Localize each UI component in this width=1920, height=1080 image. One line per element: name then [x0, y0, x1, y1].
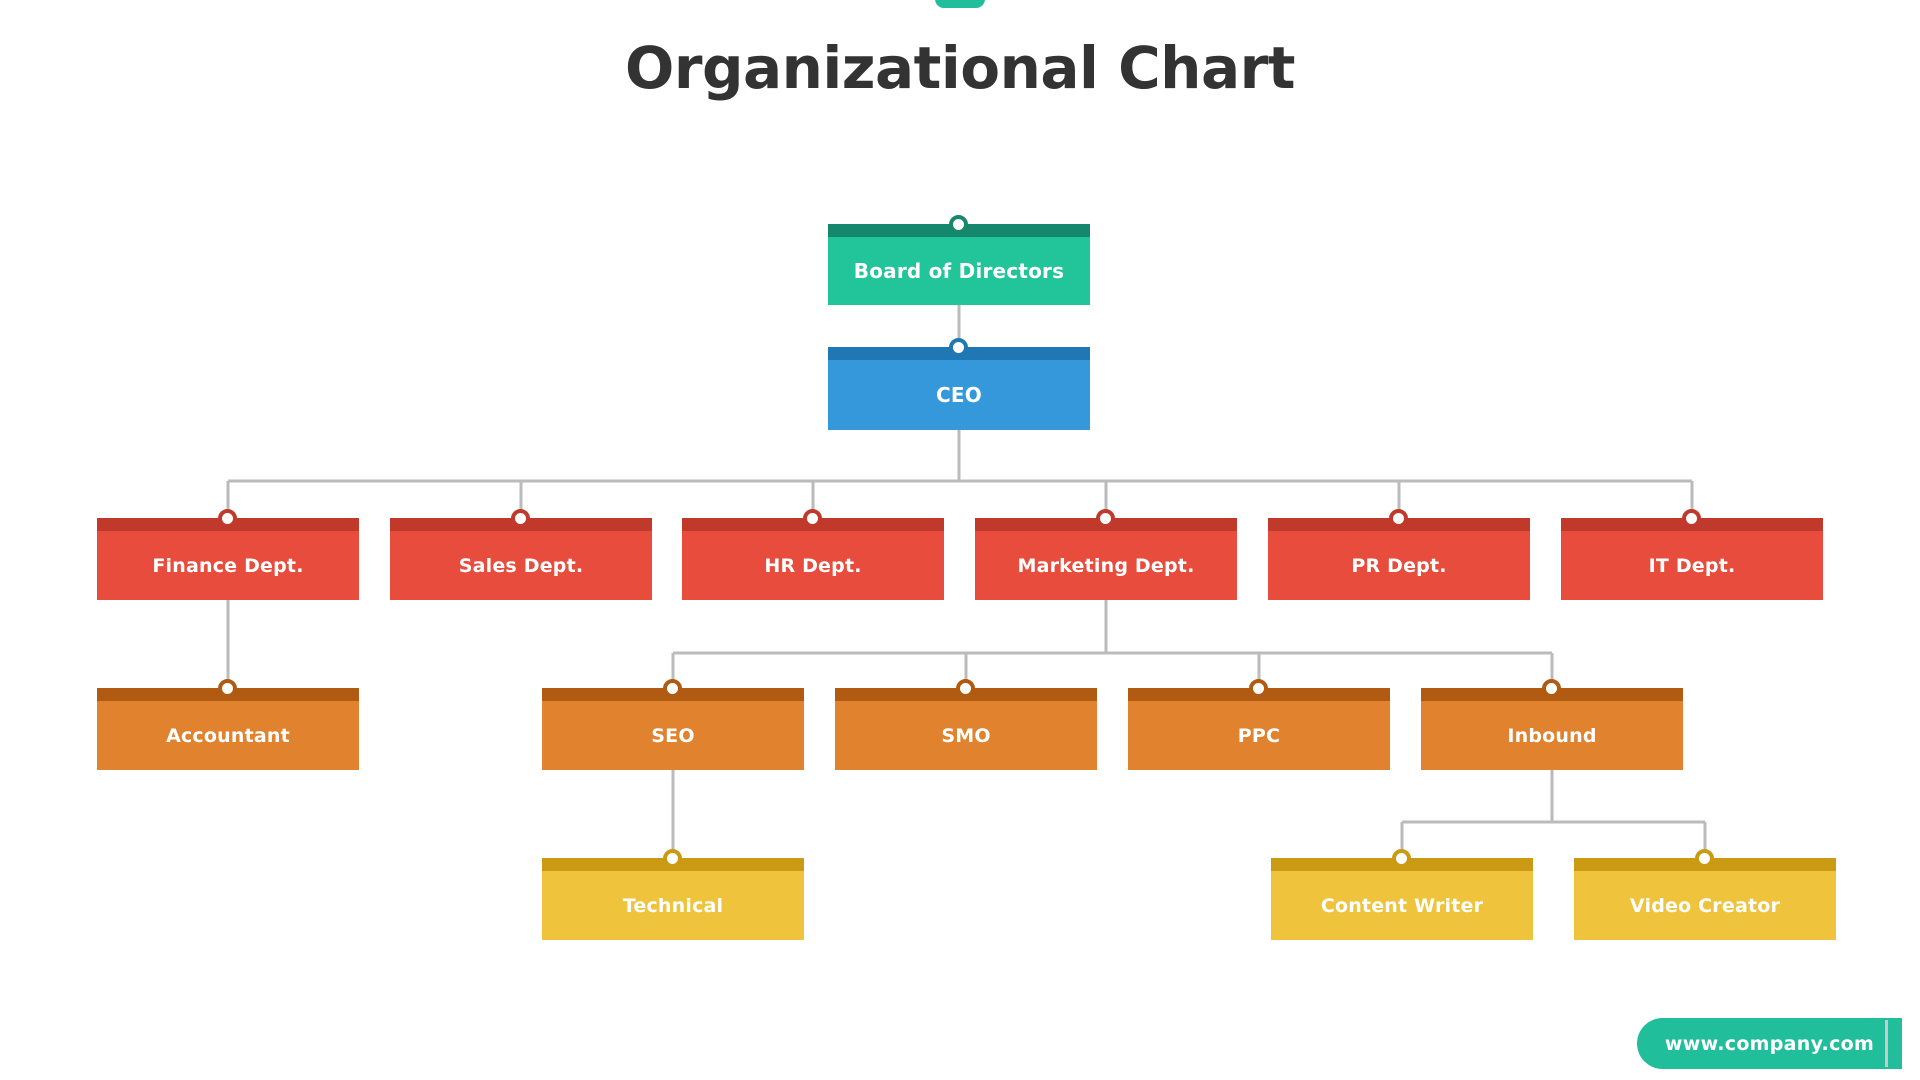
connector-dot-inbound	[1542, 679, 1561, 698]
node-ppc[interactable]: PPC	[1128, 688, 1390, 770]
node-label: Inbound	[1507, 724, 1597, 747]
node-sales-dept[interactable]: Sales Dept.	[390, 518, 652, 600]
node-label: SMO	[941, 724, 991, 747]
node-it-dept[interactable]: IT Dept.	[1561, 518, 1823, 600]
connector-dot-smo	[956, 679, 975, 698]
connector-dot-hr-dept	[803, 509, 822, 528]
node-label: HR Dept.	[764, 554, 862, 577]
node-label: Accountant	[166, 724, 290, 747]
node-hr-dept[interactable]: HR Dept.	[682, 518, 944, 600]
connector-dot-pr-dept	[1389, 509, 1408, 528]
node-technical[interactable]: Technical	[542, 858, 804, 940]
node-label: Finance Dept.	[152, 554, 304, 577]
website-label: www.company.com	[1664, 1032, 1875, 1055]
node-board-of-directors[interactable]: Board of Directors	[828, 224, 1090, 305]
node-marketing-dept[interactable]: Marketing Dept.	[975, 518, 1237, 600]
connector-dot-ppc	[1249, 679, 1268, 698]
connector-dot-content-writer	[1392, 849, 1411, 868]
connector-dot-sales-dept	[511, 509, 530, 528]
node-pr-dept[interactable]: PR Dept.	[1268, 518, 1530, 600]
connector-dot-technical	[663, 849, 682, 868]
connector-dot-ceo	[949, 338, 968, 357]
node-inbound[interactable]: Inbound	[1421, 688, 1683, 770]
node-label: Marketing Dept.	[1017, 554, 1195, 577]
node-label: Technical	[622, 894, 724, 917]
node-content-writer[interactable]: Content Writer	[1271, 858, 1533, 940]
node-label: Sales Dept.	[458, 554, 584, 577]
website-badge[interactable]: www.company.com	[1637, 1018, 1902, 1069]
connector-dot-accountant	[218, 679, 237, 698]
connector-dot-it-dept	[1682, 509, 1701, 528]
node-label: SEO	[651, 724, 695, 747]
node-label: Board of Directors	[853, 259, 1065, 283]
node-label: Content Writer	[1320, 894, 1484, 917]
connector-dot-board	[949, 215, 968, 234]
node-label: IT Dept.	[1648, 554, 1736, 577]
node-seo[interactable]: SEO	[542, 688, 804, 770]
org-chart-canvas: Organizational Chart Board of Directors …	[0, 0, 1920, 1080]
node-label: CEO	[936, 383, 982, 407]
connector-dot-video-creator	[1695, 849, 1714, 868]
connector-dot-finance-dept	[218, 509, 237, 528]
node-finance-dept[interactable]: Finance Dept.	[97, 518, 359, 600]
node-video-creator[interactable]: Video Creator	[1574, 858, 1836, 940]
connector-dot-marketing-dept	[1096, 509, 1115, 528]
footer-divider	[1885, 1020, 1888, 1067]
node-ceo[interactable]: CEO	[828, 347, 1090, 430]
connector-dot-seo	[663, 679, 682, 698]
node-label: PPC	[1237, 724, 1281, 747]
node-label: Video Creator	[1629, 894, 1781, 917]
node-smo[interactable]: SMO	[835, 688, 1097, 770]
node-accountant[interactable]: Accountant	[97, 688, 359, 770]
node-label: PR Dept.	[1351, 554, 1447, 577]
